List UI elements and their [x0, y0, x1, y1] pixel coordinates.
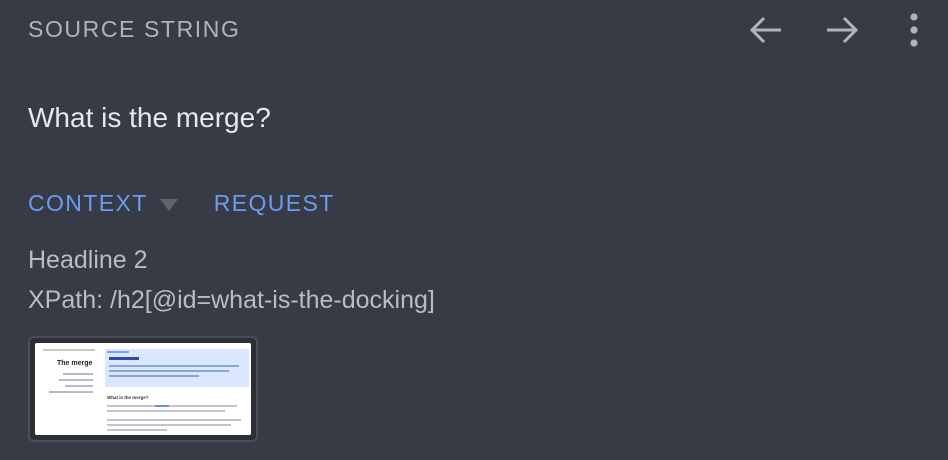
thumb-page-title: The merge [57, 360, 93, 367]
element-type: Headline 2 [28, 246, 148, 274]
screenshot-thumbnail[interactable]: The merge What is the merge? [28, 336, 258, 442]
tab-context[interactable]: CONTEXT [28, 190, 178, 217]
back-button[interactable] [744, 10, 788, 50]
tab-context-label: CONTEXT [28, 190, 148, 216]
thumbnail-page-art: The merge What is the merge? [35, 343, 251, 435]
tab-request-label: REQUEST [213, 190, 335, 216]
thumbnail-image: The merge What is the merge? [35, 343, 251, 435]
xpath-text: XPath: /h2[@id=what-is-the-docking] [28, 286, 435, 314]
tab-bar: CONTEXT REQUEST [28, 190, 335, 217]
more-vertical-icon [910, 13, 918, 47]
tab-request[interactable]: REQUEST [214, 190, 335, 217]
section-title: SOURCE STRING [28, 16, 241, 42]
arrow-right-icon [827, 16, 859, 44]
more-options-button[interactable] [904, 10, 924, 50]
toolbar [712, 10, 924, 50]
caret-down-icon [159, 190, 178, 217]
forward-button[interactable] [820, 10, 864, 50]
source-string-text: What is the merge? [28, 102, 271, 133]
thumb-heading: What is the merge? [107, 395, 149, 400]
arrow-left-icon [749, 16, 781, 44]
